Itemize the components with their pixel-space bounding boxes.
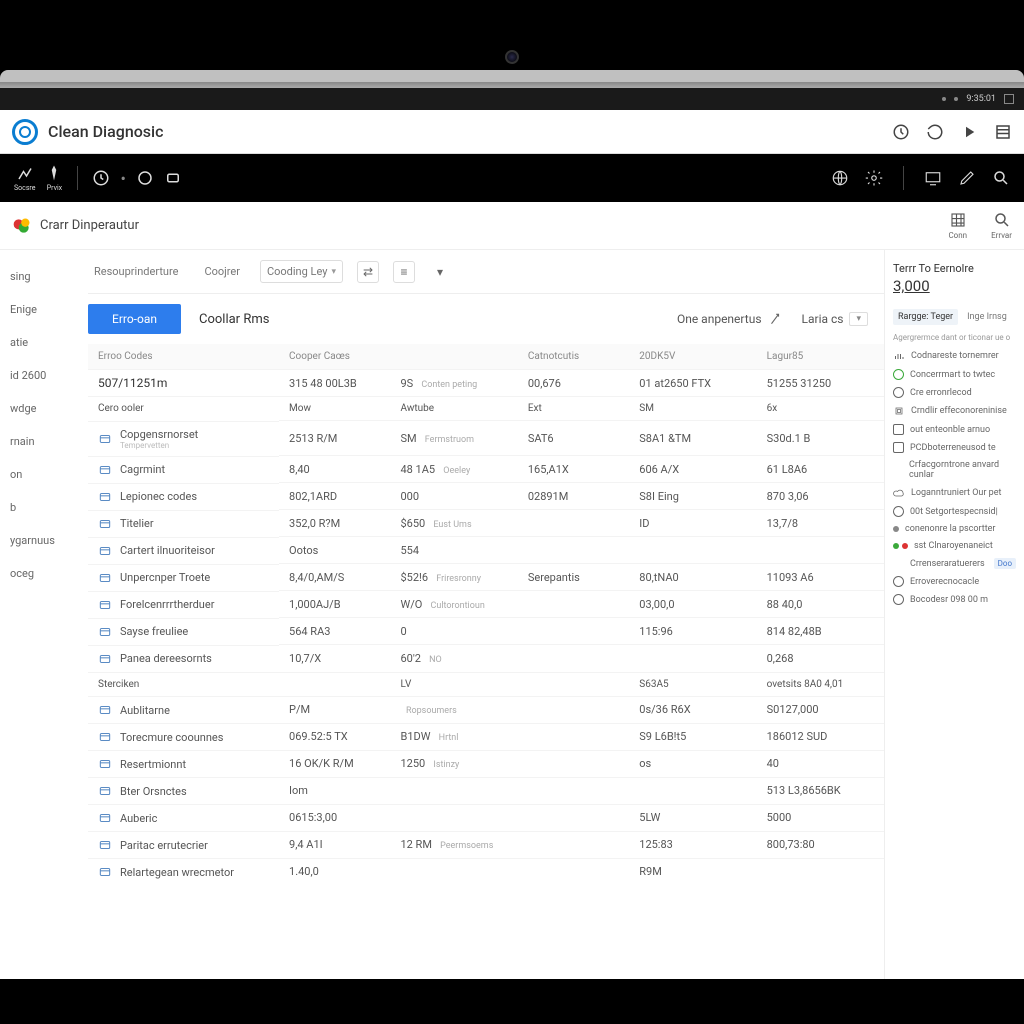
- rp-item[interactable]: Erroverecnocacle: [893, 576, 1016, 587]
- sidebar-item[interactable]: id 2600: [6, 367, 64, 384]
- table-row[interactable]: Cagrmint8,4048 1A5 Oeeley165,A1X606 A/X6…: [88, 456, 884, 483]
- swap-icon[interactable]: ⇄: [357, 261, 379, 283]
- sidebar-item[interactable]: wdge: [6, 400, 64, 417]
- table-row[interactable]: Panea dereesornts10,7/X60'2 NO0,268: [88, 645, 884, 673]
- col-1[interactable]: Erroo Codes: [88, 344, 279, 370]
- filter-range[interactable]: Laria cs▾: [802, 312, 868, 326]
- col-5[interactable]: 20DK5V: [629, 344, 756, 370]
- globe-icon[interactable]: [831, 169, 849, 187]
- sidebar-item[interactable]: b: [6, 499, 64, 516]
- title-bar: Clean Diagnosic: [0, 110, 1024, 154]
- column-label: Coollar Rms: [199, 312, 269, 327]
- chevron-down-icon[interactable]: ▾: [429, 261, 451, 283]
- menu-icon[interactable]: [994, 123, 1012, 141]
- device-icon[interactable]: [164, 169, 182, 187]
- sub-header-row: Cero oolerMowAwtubeExtSM6x: [88, 397, 884, 421]
- table-row[interactable]: Forelcenrrrtherduer1,000AJ/BW/O Cultoron…: [88, 591, 884, 618]
- system-status-bar: 9:35:01: [0, 88, 1024, 110]
- rp-item[interactable]: PCDboterreneusod te: [893, 442, 1016, 453]
- detail-panel: Terrr To Eernolre 3,000 Rargge: Teger In…: [884, 250, 1024, 979]
- col-2[interactable]: Cooper Caœs: [279, 344, 390, 370]
- refresh-icon[interactable]: [926, 123, 944, 141]
- sub-header: Crarr Dinperautur Conn Errvar: [0, 202, 1024, 250]
- sidebar-item[interactable]: rnain: [6, 433, 64, 450]
- table-row[interactable]: Bter OrsnctesIom513 L3,8656BK: [88, 777, 884, 804]
- table-row[interactable]: Resertmionnt16 OK/K R/M1250 Istinzyos40: [88, 750, 884, 777]
- diagnostics-table: Erroo Codes Cooper Caœs Catnotcutis 20DK…: [88, 344, 884, 885]
- app-title: Clean Diagnosic: [48, 122, 163, 141]
- gear-icon[interactable]: [865, 169, 883, 187]
- rp-subtitle: Agergrermce dant or ticonar ue o: [893, 333, 1016, 342]
- sidebar-item[interactable]: ygarnuus: [6, 532, 64, 549]
- sidebar-item[interactable]: sing: [6, 268, 64, 285]
- sidebar-item[interactable]: atie: [6, 334, 64, 351]
- rp-item[interactable]: Concerrmart to twtec: [893, 369, 1016, 380]
- rp-item[interactable]: conenonre la pscortter: [893, 524, 1016, 534]
- table-row[interactable]: Lepionec codes802,1ARD00002891MS8I Eing8…: [88, 483, 884, 510]
- active-filter-chip[interactable]: Erro-oan: [88, 304, 181, 334]
- table-row[interactable]: Auberic0615:3,005LW5000: [88, 804, 884, 831]
- monitor-icon[interactable]: [924, 169, 942, 187]
- sys-time: 9:35:01: [966, 94, 996, 104]
- sidebar-item[interactable]: oceg: [6, 565, 64, 582]
- module-title: Crarr Dinperautur: [40, 218, 139, 233]
- rp-title: Terrr To Eernolre: [893, 262, 1016, 275]
- sidebar-item[interactable]: on: [6, 466, 64, 483]
- circle-icon[interactable]: [136, 169, 154, 187]
- tb-gauge[interactable]: Socsre: [14, 164, 35, 192]
- pen-icon[interactable]: [958, 169, 976, 187]
- table-row[interactable]: Unpercnper Troete8,4/0,AM/S$52!6 Friresr…: [88, 564, 884, 591]
- col-6[interactable]: Lagur85: [757, 344, 884, 370]
- filter-bar: Erro-oan Coollar Rms One anpenertus Lari…: [88, 293, 884, 344]
- col-4[interactable]: Catnotcutis: [518, 344, 629, 370]
- grid-tool[interactable]: Conn: [948, 211, 967, 240]
- rp-tab-2[interactable]: Inge Irnsg: [962, 309, 1012, 325]
- section-header: StercikenLVS63A5ovetsits 8A0 4,01: [88, 672, 884, 696]
- rp-item[interactable]: Cre erronrlecod: [893, 387, 1016, 398]
- sync-icon[interactable]: [892, 123, 910, 141]
- tb-pin[interactable]: Prvix: [45, 164, 63, 192]
- tab-2[interactable]: Coojrer: [198, 261, 246, 282]
- clock-icon[interactable]: [92, 169, 110, 187]
- sidebar: sing Enige atie id 2600 wdge rnain on b …: [0, 250, 70, 979]
- table-row[interactable]: AublitarneP/M Ropsoumers0s/36 R6XS0127,0…: [88, 696, 884, 723]
- filter-sort[interactable]: One anpenertus: [677, 312, 782, 326]
- table-row[interactable]: CopgensrnorsetTempervetten2513 R/MSM Fer…: [88, 421, 884, 456]
- rp-item[interactable]: Loganntruniert Our pet: [893, 487, 1016, 499]
- table-row[interactable]: Cartert ilnuoriteisorOotos554: [88, 537, 884, 564]
- rp-item[interactable]: Crndlir effeconoreninise: [893, 405, 1016, 417]
- rp-item[interactable]: out enteonble arnuo: [893, 424, 1016, 435]
- app-logo-icon: [12, 119, 38, 145]
- main-toolbar: Socsre Prvix •: [0, 154, 1024, 202]
- search-icon[interactable]: [992, 169, 1010, 187]
- rp-tab-1[interactable]: Rargge: Teger: [893, 309, 958, 325]
- sidebar-item[interactable]: Enige: [6, 301, 64, 318]
- rp-item[interactable]: Bocodesr 098 00 m: [893, 594, 1016, 605]
- rp-value: 3,000: [893, 277, 1016, 295]
- view-tabs: Resouprinderture Coojrer Cooding Ley ⇄ ≡…: [88, 250, 884, 293]
- rp-item[interactable]: sst Clnaroyenaneict: [893, 541, 1016, 551]
- rp-item[interactable]: 00t Setgortespecnsid|: [893, 506, 1016, 517]
- summary-row: 507/11251m315 48 00L3B9S Conten peting00…: [88, 370, 884, 397]
- col-3: [390, 344, 517, 370]
- tab-1[interactable]: Resouprinderture: [88, 261, 184, 282]
- table-row[interactable]: Paritac errutecrier9,4 A1I12 RM Peermsoe…: [88, 831, 884, 858]
- play-icon[interactable]: [960, 123, 978, 141]
- search-tool[interactable]: Errvar: [991, 211, 1012, 240]
- table-row[interactable]: Torecmure coounnes069.52:5 TXB1DW HrtnlS…: [88, 723, 884, 750]
- tab-3[interactable]: Cooding Ley: [260, 260, 343, 283]
- rp-item[interactable]: Crfacgorntrone anvard cunlar: [893, 460, 1016, 480]
- table-row[interactable]: Titelier352,0 R?M$650 Eust UmsID13,7/8: [88, 510, 884, 537]
- table-row[interactable]: Sayse freuliee564 RA30115:96814 82,48B: [88, 618, 884, 645]
- rp-item[interactable]: Codnareste tornemrer: [893, 350, 1016, 362]
- module-logo-icon: [12, 216, 32, 236]
- list-icon[interactable]: ≡: [393, 261, 415, 283]
- table-row[interactable]: Relartegean wrecmetor1.40,0R9M: [88, 858, 884, 885]
- rp-item[interactable]: CrrenseraratuerersDoo: [893, 558, 1016, 569]
